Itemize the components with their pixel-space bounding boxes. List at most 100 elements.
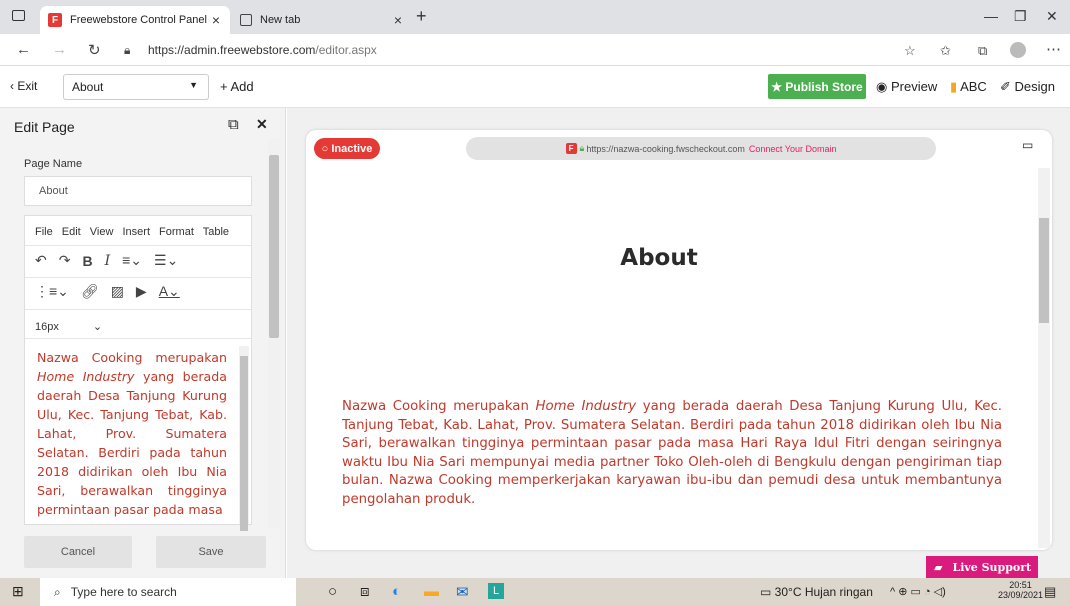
eye-icon: ◉	[876, 79, 888, 94]
forward-icon[interactable]: →	[52, 41, 67, 58]
windows-start-icon[interactable]: ⊞	[12, 583, 24, 600]
time: 20:51	[1009, 580, 1032, 590]
collections-icon[interactable]: ⧉	[978, 43, 987, 59]
task-view-icon[interactable]: ⧈	[360, 583, 370, 600]
popout-icon[interactable]: ⧉	[228, 116, 239, 133]
language-icon: ▮	[950, 79, 958, 94]
preview-scroll-thumb[interactable]	[1039, 218, 1049, 323]
app-l-icon[interactable]: L	[488, 583, 504, 599]
redo-icon[interactable]: ↷	[59, 252, 71, 269]
video-icon[interactable]: ▶	[136, 283, 147, 300]
close-tab-icon[interactable]: ×	[212, 12, 220, 28]
tab-new-tab[interactable]: New tab ×	[232, 6, 412, 34]
store-favicon-icon: F	[565, 143, 577, 154]
edge-icon[interactable]: ◐	[392, 583, 401, 600]
divider	[25, 309, 251, 310]
restore-icon[interactable]: ❐	[1014, 8, 1027, 25]
favorites-list-icon[interactable]: ✩	[940, 43, 951, 59]
chat-icon: ▰	[934, 560, 943, 574]
url-host: https://admin.freewebstore.com	[148, 43, 316, 57]
close-window-icon[interactable]: ✕	[1046, 8, 1058, 25]
connect-domain-link[interactable]: Connect Your Domain	[749, 144, 837, 154]
weather-text: 30°C Hujan ringan	[774, 585, 873, 599]
publish-store-button[interactable]: ★ Publish Store	[768, 74, 866, 99]
date: 23/09/2021	[998, 590, 1044, 600]
address-bar: ← → ↻ 🔒︎ https://admin.freewebstore.com/…	[0, 34, 1070, 66]
exit-label: Exit	[17, 79, 38, 93]
numbered-list-icon[interactable]: ⋮≡⌄	[35, 283, 69, 300]
link-icon[interactable]: 🔗︎	[81, 283, 99, 300]
design-label: Design	[1014, 79, 1055, 94]
editor-text-italic: Home Industry	[37, 369, 135, 384]
text-color-icon[interactable]: A⌄	[159, 283, 180, 300]
abc-label: ABC	[960, 79, 987, 94]
save-button[interactable]: Save	[156, 536, 266, 568]
page-select[interactable]: About ▼	[63, 74, 209, 100]
status-badge[interactable]: ○ Inactive	[314, 138, 380, 159]
refresh-icon[interactable]: ↻	[88, 41, 101, 59]
tab-actions-icon[interactable]	[12, 10, 25, 21]
preview-button[interactable]: ◉ Preview	[876, 79, 937, 95]
design-button[interactable]: ✐ Design	[1000, 79, 1055, 95]
desktop-view-icon[interactable]: ▭	[1022, 138, 1033, 152]
cancel-button[interactable]: Cancel	[24, 536, 132, 568]
bold-icon[interactable]: B	[82, 253, 92, 269]
editor-text: Nazwa Cooking merupakan	[37, 350, 227, 365]
back-icon[interactable]: ←	[16, 41, 31, 58]
notifications-icon[interactable]: ▤	[1044, 584, 1056, 600]
clock[interactable]: 20:51 23/09/2021	[998, 580, 1043, 600]
bullet-list-icon[interactable]: ☰⌄	[154, 252, 178, 269]
minimize-icon[interactable]: —	[984, 8, 998, 24]
font-size-select[interactable]: 16px ⌄	[35, 320, 102, 333]
body-text: yang berada daerah Desa Tanjung Kurung U…	[342, 399, 1002, 507]
taskbar-search[interactable]: ⌕ Type here to search	[40, 578, 296, 606]
editor-menu-bar[interactable]: File Edit View Insert Format Table	[35, 226, 229, 238]
lock-icon[interactable]: 🔒︎	[124, 43, 130, 58]
tab-freewebstore[interactable]: F Freewebstore Control Panel ×	[40, 6, 230, 34]
store-url-bar: F 🔒︎ https://nazwa-cooking.fwscheckout.com…	[466, 137, 936, 160]
live-support-button[interactable]: ▰ Live Support	[926, 556, 1038, 578]
chevron-down-icon: ▼	[189, 80, 198, 90]
body-text-italic: Home Industry	[535, 399, 637, 414]
rich-text-editor: File Edit View Insert Format Table ↶ ↷ B…	[24, 215, 252, 531]
align-icon[interactable]: ≡⌄	[122, 252, 142, 269]
close-tab-icon[interactable]: ×	[394, 12, 402, 28]
browser-tab-bar: F Freewebstore Control Panel × New tab ×…	[0, 0, 1070, 34]
close-panel-icon[interactable]: ✕	[256, 116, 268, 133]
brush-icon: ✐	[1000, 79, 1011, 94]
panel-title: Edit Page	[14, 119, 75, 135]
file-explorer-icon[interactable]: ▬	[424, 583, 439, 600]
page-select-value: About	[72, 80, 104, 94]
editor-toolbar: ‹ Exit About ▼ + Add ★ Publish Store ◉ Pr…	[0, 66, 1070, 108]
exit-button[interactable]: ‹ Exit	[10, 79, 37, 93]
page-name-input[interactable]: About	[24, 176, 252, 206]
tab-title: New tab	[260, 14, 301, 26]
weather-widget[interactable]: ▭ 30°C Hujan ringan	[760, 585, 873, 599]
panel-scroll-thumb[interactable]	[269, 155, 279, 338]
new-tab-plus-icon[interactable]: +	[416, 6, 427, 27]
divider	[25, 338, 251, 339]
cortana-icon[interactable]: ○	[328, 583, 337, 600]
preview-label: Preview	[890, 79, 938, 94]
page-body-text: Nazwa Cooking merupakan Home Industry ya…	[342, 398, 1002, 510]
windows-taskbar: ⊞ ⌕ Type here to search ○ ⧈ ◐ ▬ ✉ L ▭ 30°…	[0, 578, 1070, 606]
undo-icon[interactable]: ↶	[35, 252, 47, 269]
abc-button[interactable]: ▮ ABC	[950, 79, 987, 95]
image-icon[interactable]: ▨	[111, 283, 124, 300]
url-field[interactable]: https://admin.freewebstore.com/editor.as…	[148, 43, 377, 57]
chevron-down-icon: ⌄	[92, 321, 103, 333]
add-page-button[interactable]: + Add	[220, 79, 254, 94]
divider	[25, 245, 251, 246]
favorite-star-icon[interactable]: ☆	[904, 43, 916, 59]
more-menu-icon[interactable]: ⋯	[1046, 40, 1061, 58]
lock-icon: 🔒︎	[579, 143, 585, 153]
editor-scroll-thumb[interactable]	[240, 356, 248, 531]
editor-content[interactable]: Nazwa Cooking merupakan Home Industry ya…	[37, 348, 227, 524]
store-url: https://nazwa-cooking.fwscheckout.com	[586, 143, 745, 154]
mail-icon[interactable]: ✉	[456, 583, 469, 601]
profile-avatar[interactable]	[1010, 42, 1026, 58]
search-placeholder: Type here to search	[70, 585, 177, 599]
system-tray-icons[interactable]: ^ ⊕ ▭ ◔ ◁)	[890, 585, 946, 598]
italic-icon[interactable]: I	[105, 253, 111, 269]
url-path: /editor.aspx	[315, 43, 377, 57]
